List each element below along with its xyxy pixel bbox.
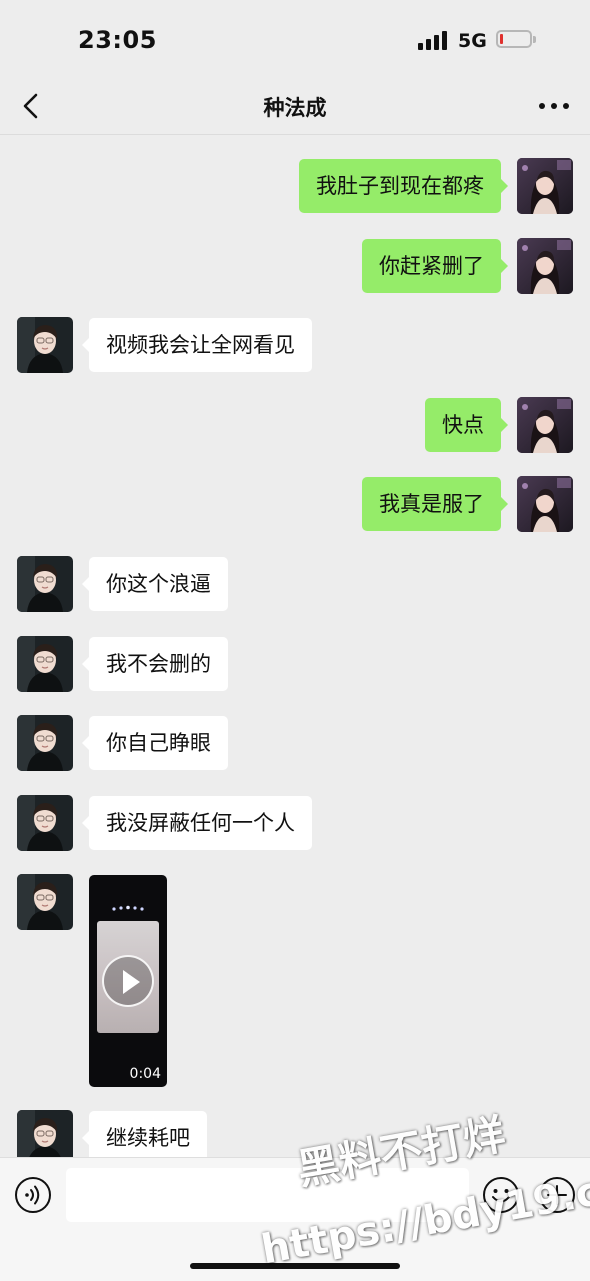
video-duration: 0:04 <box>129 1066 161 1082</box>
avatar[interactable] <box>17 556 73 612</box>
avatar[interactable] <box>517 476 573 532</box>
avatar[interactable] <box>517 158 573 214</box>
signal-strength-icon <box>418 30 450 50</box>
chat-title: 种法成 <box>263 96 327 120</box>
message-bubble[interactable]: 我真是服了 <box>362 477 508 531</box>
play-icon[interactable] <box>102 955 154 1007</box>
message-bubble[interactable]: 视频我会让全网看见 <box>82 318 312 372</box>
chat-header: 种法成 <box>0 78 590 135</box>
message-bubble[interactable]: 你这个浪逼 <box>82 557 228 611</box>
message-bubble[interactable]: 我没屏蔽任何一个人 <box>82 796 312 850</box>
message-bubble[interactable]: 你自己睁眼 <box>82 716 228 770</box>
battery-icon <box>496 30 536 48</box>
avatar[interactable] <box>17 874 73 930</box>
message-list[interactable]: 我肚子到现在都疼 你赶紧删了 视频我会让全网看见 快点 我真是服了 你这个浪逼 … <box>0 135 590 1157</box>
voice-icon[interactable] <box>14 1176 52 1214</box>
avatar[interactable] <box>17 715 73 771</box>
avatar[interactable] <box>17 317 73 373</box>
avatar[interactable] <box>17 636 73 692</box>
message-bubble[interactable]: 快点 <box>425 398 508 452</box>
avatar[interactable] <box>517 238 573 294</box>
message-bubble[interactable]: 我肚子到现在都疼 <box>299 159 508 213</box>
message-bubble[interactable]: 你赶紧删了 <box>362 239 508 293</box>
status-bar: 23:05 5G <box>0 0 590 78</box>
avatar[interactable] <box>17 795 73 851</box>
more-dots-icon[interactable] <box>536 92 572 120</box>
avatar[interactable] <box>17 1110 73 1157</box>
battery-level <box>500 34 503 44</box>
avatar[interactable] <box>517 397 573 453</box>
message-bubble[interactable]: 我不会删的 <box>82 637 228 691</box>
status-time: 23:05 <box>78 26 157 54</box>
video-thumbnail-lights <box>112 905 144 911</box>
video-message[interactable]: 0:04 <box>89 875 167 1087</box>
network-type: 5G <box>458 30 487 52</box>
message-bubble[interactable]: 继续耗吧 <box>82 1111 207 1157</box>
